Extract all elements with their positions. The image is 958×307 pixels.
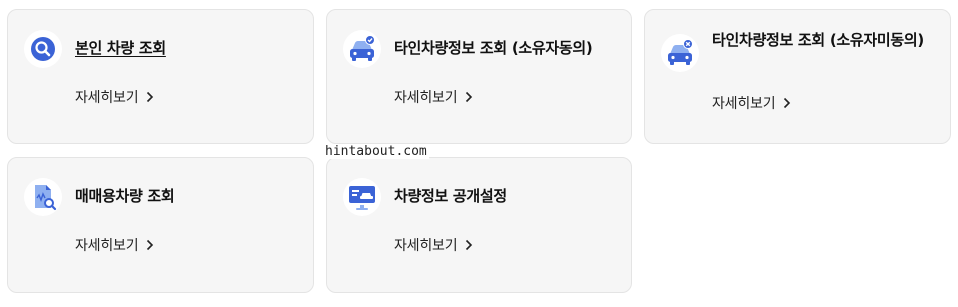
chevron-right-icon — [466, 91, 473, 103]
view-details-link[interactable]: 자세히보기 — [75, 235, 154, 255]
chevron-right-icon — [466, 239, 473, 251]
card-title[interactable]: 차량정보 공개설정 — [394, 185, 507, 208]
view-details-label: 자세히보기 — [75, 90, 139, 106]
view-details-label: 자세히보기 — [75, 238, 139, 254]
monitor-car-icon — [343, 178, 381, 216]
card-title[interactable]: 본인 차량 조회 — [75, 37, 166, 60]
card-title[interactable]: 매매용차량 조회 — [75, 185, 175, 208]
card-title[interactable]: 타인차량정보 조회 (소유자미동의) — [712, 29, 942, 52]
card-own-vehicle[interactable]: 본인 차량 조회 자세히보기 — [7, 9, 314, 144]
view-details-link[interactable]: 자세히보기 — [75, 87, 154, 107]
view-details-link[interactable]: 자세히보기 — [394, 87, 473, 107]
document-search-icon — [24, 178, 62, 216]
card-title[interactable]: 타인차량정보 조회 (소유자동의) — [394, 37, 593, 60]
card-other-vehicle-no-consent[interactable]: 타인차량정보 조회 (소유자미동의) 자세히보기 — [644, 9, 951, 144]
chevron-right-icon — [147, 239, 154, 251]
chevron-right-icon — [147, 91, 154, 103]
car-check-icon — [343, 30, 381, 68]
view-details-link[interactable]: 자세히보기 — [394, 235, 473, 255]
view-details-label: 자세히보기 — [712, 96, 776, 112]
view-details-link[interactable]: 자세히보기 — [712, 93, 791, 113]
car-search-icon — [24, 30, 62, 68]
card-other-vehicle-consent[interactable]: 타인차량정보 조회 (소유자동의) 자세히보기 — [326, 9, 632, 144]
card-trade-vehicle[interactable]: 매매용차량 조회 자세히보기 — [7, 157, 314, 293]
view-details-label: 자세히보기 — [394, 90, 458, 106]
card-vehicle-info-disclosure[interactable]: 차량정보 공개설정 자세히보기 — [326, 157, 632, 293]
car-x-icon — [661, 34, 699, 72]
view-details-label: 자세히보기 — [394, 238, 458, 254]
chevron-right-icon — [784, 97, 791, 109]
watermark-text: hintabout.com — [323, 144, 429, 159]
